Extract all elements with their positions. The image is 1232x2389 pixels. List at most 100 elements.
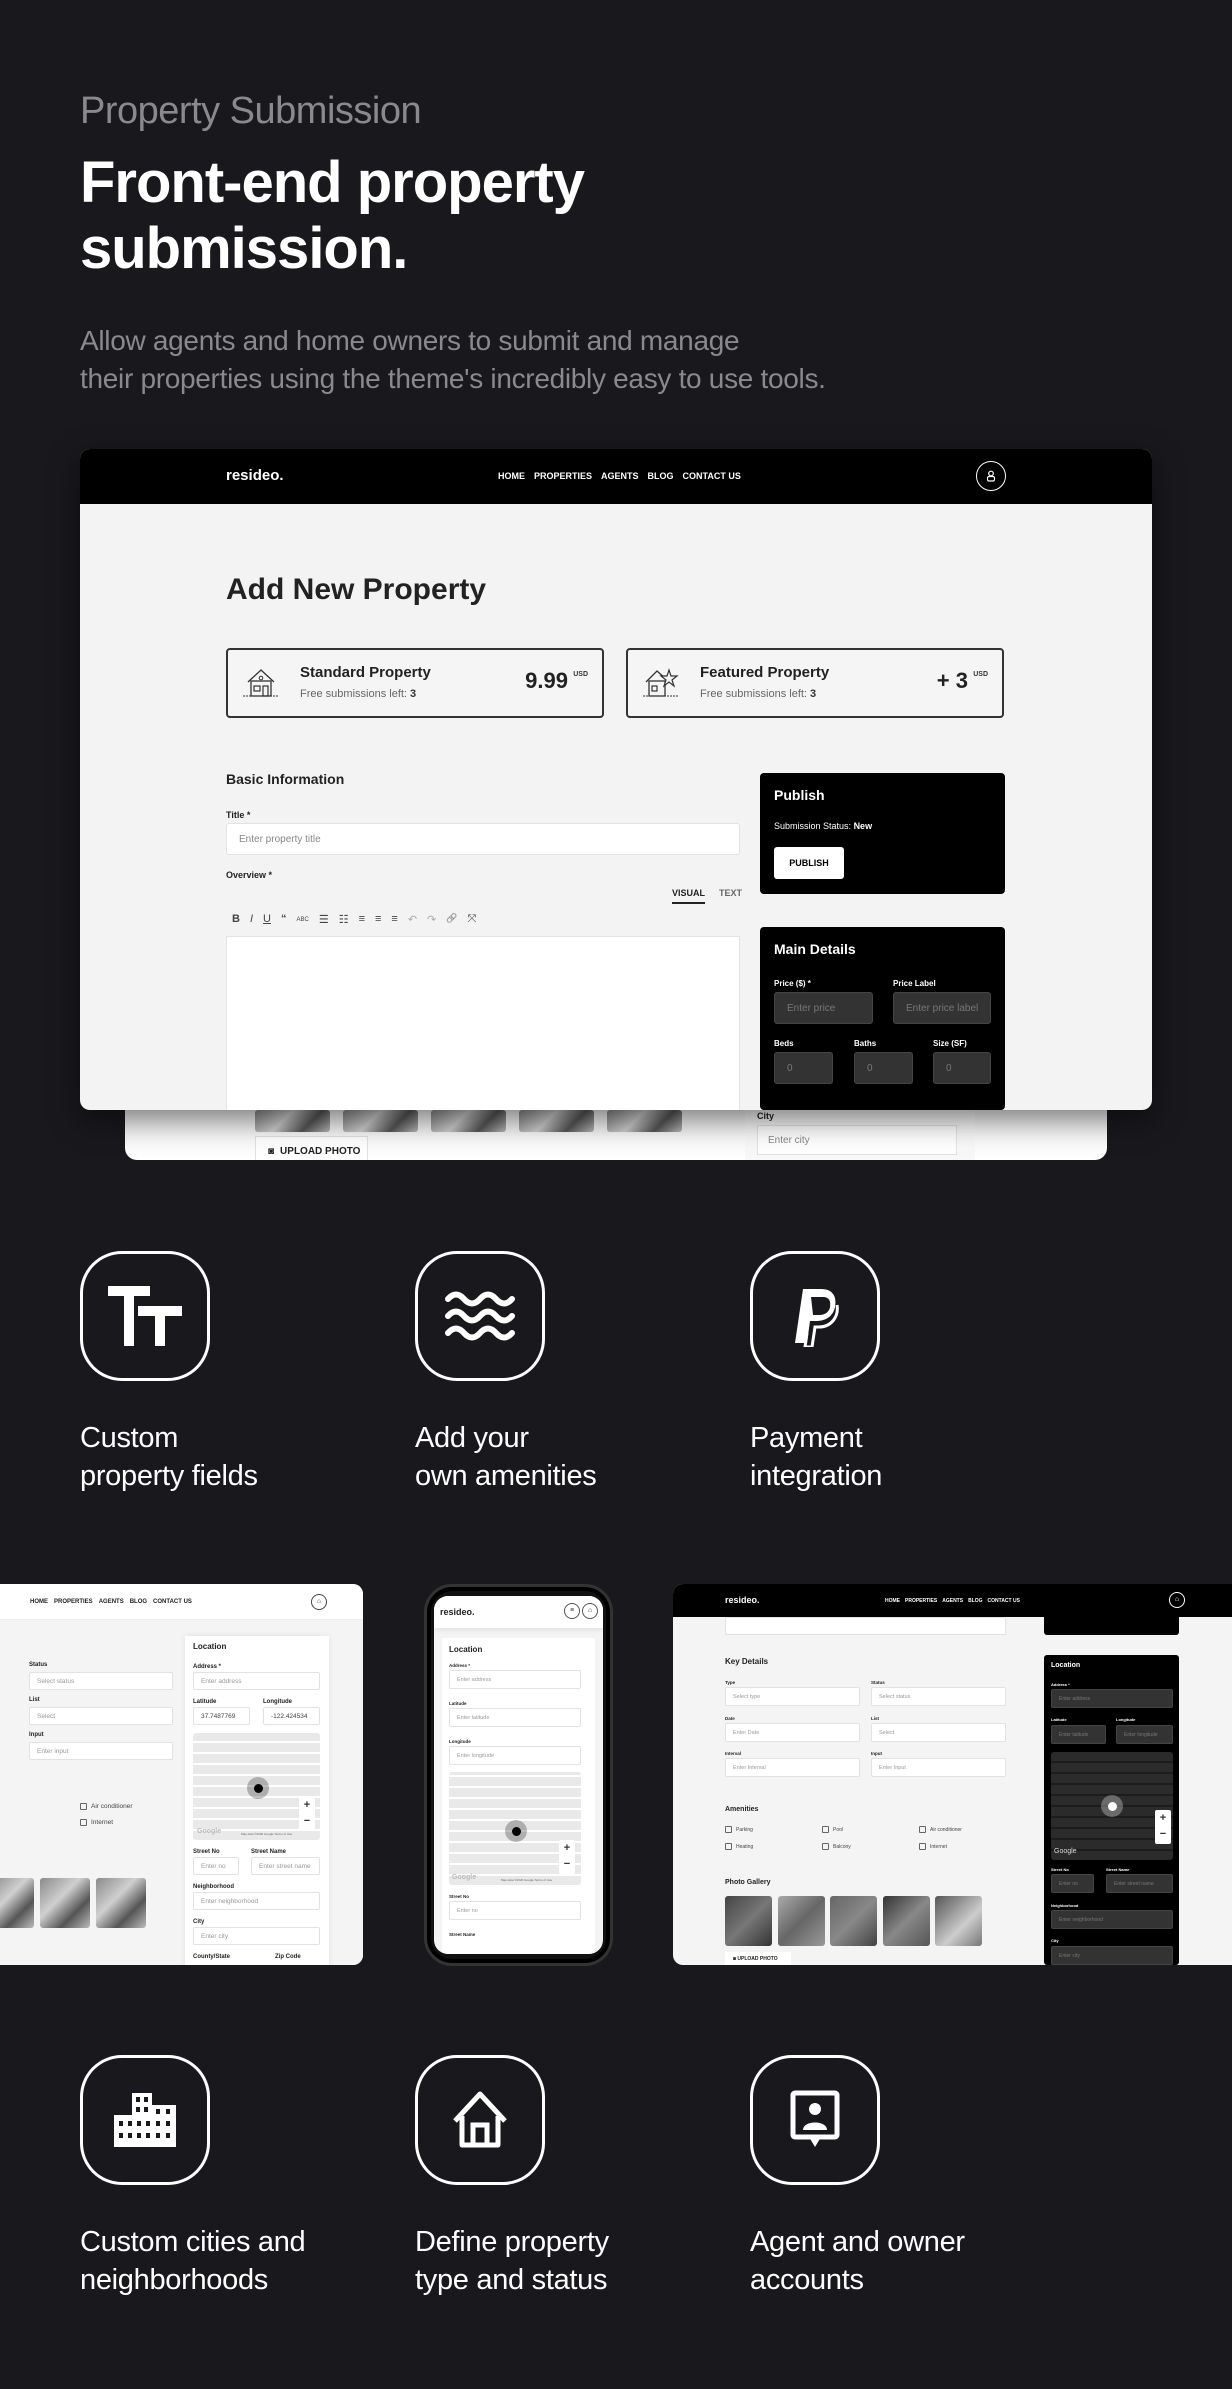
beds-input[interactable]: 0 — [774, 1052, 833, 1084]
price-input[interactable]: Enter price — [774, 992, 873, 1024]
align-right-icon[interactable]: ≡ — [391, 913, 397, 927]
size-input[interactable]: 0 — [933, 1052, 991, 1084]
publish-button[interactable]: PUBLISH — [774, 847, 844, 879]
user-button[interactable] — [976, 461, 1006, 491]
align-center-icon[interactable]: ≡ — [375, 913, 381, 927]
amenity-checkbox[interactable]: Internet — [80, 1819, 113, 1826]
nav-home[interactable]: HOME — [885, 1598, 900, 1604]
map[interactable]: + − Google Map data ©2020 Google Terms of… — [193, 1733, 320, 1840]
list-select[interactable]: Select — [29, 1707, 173, 1725]
amenity-checkbox[interactable]: Balcony — [822, 1843, 851, 1850]
street-no-input[interactable]: Enter no — [193, 1857, 239, 1875]
numbered-list-icon[interactable]: ☷ — [339, 913, 349, 927]
site-logo[interactable]: resideo. — [226, 467, 284, 484]
latitude-input[interactable]: Enter latitude — [449, 1708, 581, 1727]
nav-contact[interactable]: CONTACT US — [153, 1599, 192, 1605]
status-select[interactable]: Select status — [29, 1672, 173, 1690]
nav-blog[interactable]: BLOG — [130, 1599, 147, 1605]
menu-button[interactable]: ≡ — [564, 1603, 580, 1619]
beds-label: Beds — [774, 1039, 794, 1048]
interval-input[interactable]: Enter Interval — [725, 1758, 860, 1777]
amenity-checkbox[interactable]: Heating — [725, 1843, 753, 1850]
date-input[interactable]: Enter Date — [725, 1723, 860, 1742]
address-input[interactable]: Enter address — [193, 1672, 320, 1690]
amenity-checkbox[interactable]: Parking — [725, 1826, 753, 1833]
list-select[interactable]: Select — [871, 1723, 1006, 1742]
key-details-title: Key Details — [725, 1657, 769, 1666]
amenity-checkbox[interactable]: Air conditioner — [80, 1803, 133, 1810]
underline-icon[interactable]: U — [263, 913, 271, 927]
map[interactable]: + − Google — [1051, 1752, 1173, 1860]
city-input[interactable]: Enter city — [193, 1927, 320, 1945]
plan-featured[interactable]: Featured Property Free submissions left:… — [626, 648, 1004, 718]
feature-icon-ring — [80, 1251, 210, 1381]
nav-agents[interactable]: AGENTS — [942, 1598, 963, 1604]
site-logo[interactable]: resideo. — [725, 1595, 760, 1605]
price-label-input[interactable]: Enter price label — [893, 992, 991, 1024]
amenity-checkbox[interactable]: Air conditioner — [919, 1826, 962, 1833]
longitude-input[interactable]: Enter longitude — [1116, 1725, 1173, 1744]
overview-editor[interactable] — [226, 936, 740, 1110]
map[interactable]: + − Google Map data ©2020 Google Terms of… — [449, 1772, 581, 1885]
site-logo[interactable]: resideo. — [440, 1607, 475, 1617]
map-zoom-control[interactable]: + − — [1155, 1810, 1171, 1844]
italic-icon[interactable]: I — [250, 913, 253, 927]
strikethrough-icon[interactable]: ABC — [296, 913, 308, 927]
latitude-input[interactable]: Enter latitude — [1051, 1725, 1106, 1744]
link-icon[interactable]: 🔗 — [446, 913, 457, 927]
amenity-checkbox[interactable]: Internet — [919, 1843, 947, 1850]
bold-icon[interactable]: B — [232, 913, 240, 927]
undo-icon[interactable]: ↶ — [408, 913, 417, 927]
amenity-checkbox[interactable]: Pool — [822, 1826, 843, 1833]
baths-input[interactable]: 0 — [854, 1052, 913, 1084]
status-select[interactable]: Select status — [871, 1687, 1006, 1706]
nav-blog[interactable]: BLOG — [648, 471, 674, 481]
upload-photo-button[interactable]: ◙ UPLOAD PHOTO — [255, 1136, 368, 1160]
nav-contact[interactable]: CONTACT US — [988, 1598, 1020, 1604]
nav-properties[interactable]: PROPERTIES — [534, 471, 592, 481]
nav-properties[interactable]: PROPERTIES — [905, 1598, 937, 1604]
tab-visual[interactable]: VISUAL — [672, 888, 706, 904]
fullscreen-icon[interactable]: ⤧ — [467, 913, 476, 927]
amenity-label: Heating — [736, 1843, 754, 1850]
quote-icon[interactable]: “ — [281, 913, 287, 927]
input-field[interactable]: Enter input — [29, 1742, 173, 1760]
city-input[interactable]: Enter city — [1051, 1946, 1173, 1965]
map-zoom-control[interactable]: + − — [299, 1797, 315, 1831]
user-button[interactable]: ⌂ — [311, 1594, 327, 1610]
nav-contact[interactable]: CONTACT US — [683, 471, 741, 481]
overview-editor[interactable] — [725, 1617, 1006, 1635]
title-input[interactable]: Enter property title — [226, 823, 740, 855]
nav-properties[interactable]: PROPERTIES — [54, 1599, 93, 1605]
city-input[interactable]: Enter city — [757, 1125, 957, 1155]
street-name-input[interactable]: Enter street name — [251, 1857, 320, 1875]
neighborhood-input[interactable]: Enter neighborhood — [1051, 1910, 1173, 1929]
upload-photo-button[interactable]: ◙ UPLOAD PHOTO — [725, 1952, 791, 1965]
nav-agents[interactable]: AGENTS — [99, 1599, 124, 1605]
status-label: Status — [29, 1662, 48, 1668]
address-input[interactable]: Enter address — [449, 1670, 581, 1689]
redo-icon[interactable]: ↷ — [427, 913, 436, 927]
input-field[interactable]: Enter Input — [871, 1758, 1006, 1777]
align-left-icon[interactable]: ≡ — [359, 913, 365, 927]
bullet-list-icon[interactable]: ☰ — [319, 913, 329, 927]
type-select[interactable]: Select type — [725, 1687, 860, 1706]
nav-agents[interactable]: AGENTS — [601, 471, 639, 481]
nav-home[interactable]: HOME — [498, 471, 525, 481]
street-no-input[interactable]: Enter no — [1051, 1874, 1094, 1893]
user-button[interactable]: ⌂ — [582, 1603, 598, 1619]
nav-blog[interactable]: BLOG — [968, 1598, 982, 1604]
address-input[interactable]: Enter address — [1051, 1689, 1173, 1708]
user-button[interactable]: ⌂ — [1169, 1592, 1185, 1608]
street-name-input[interactable]: Enter street name — [1106, 1874, 1173, 1893]
neighborhood-input[interactable]: Enter neighborhood — [193, 1892, 320, 1910]
longitude-input[interactable]: Enter longitude — [449, 1746, 581, 1765]
tab-text[interactable]: TEXT — [719, 888, 742, 904]
plan-standard[interactable]: Standard Property Free submissions left:… — [226, 648, 604, 718]
street-no-input[interactable]: Enter no — [449, 1901, 581, 1920]
latitude-input[interactable]: 37.7487769 — [193, 1707, 250, 1725]
plan-free: Free submissions left: 3 — [300, 688, 416, 700]
map-zoom-control[interactable]: + − — [559, 1840, 575, 1874]
nav-home[interactable]: HOME — [30, 1599, 48, 1605]
longitude-input[interactable]: -122.424534 — [263, 1707, 320, 1725]
